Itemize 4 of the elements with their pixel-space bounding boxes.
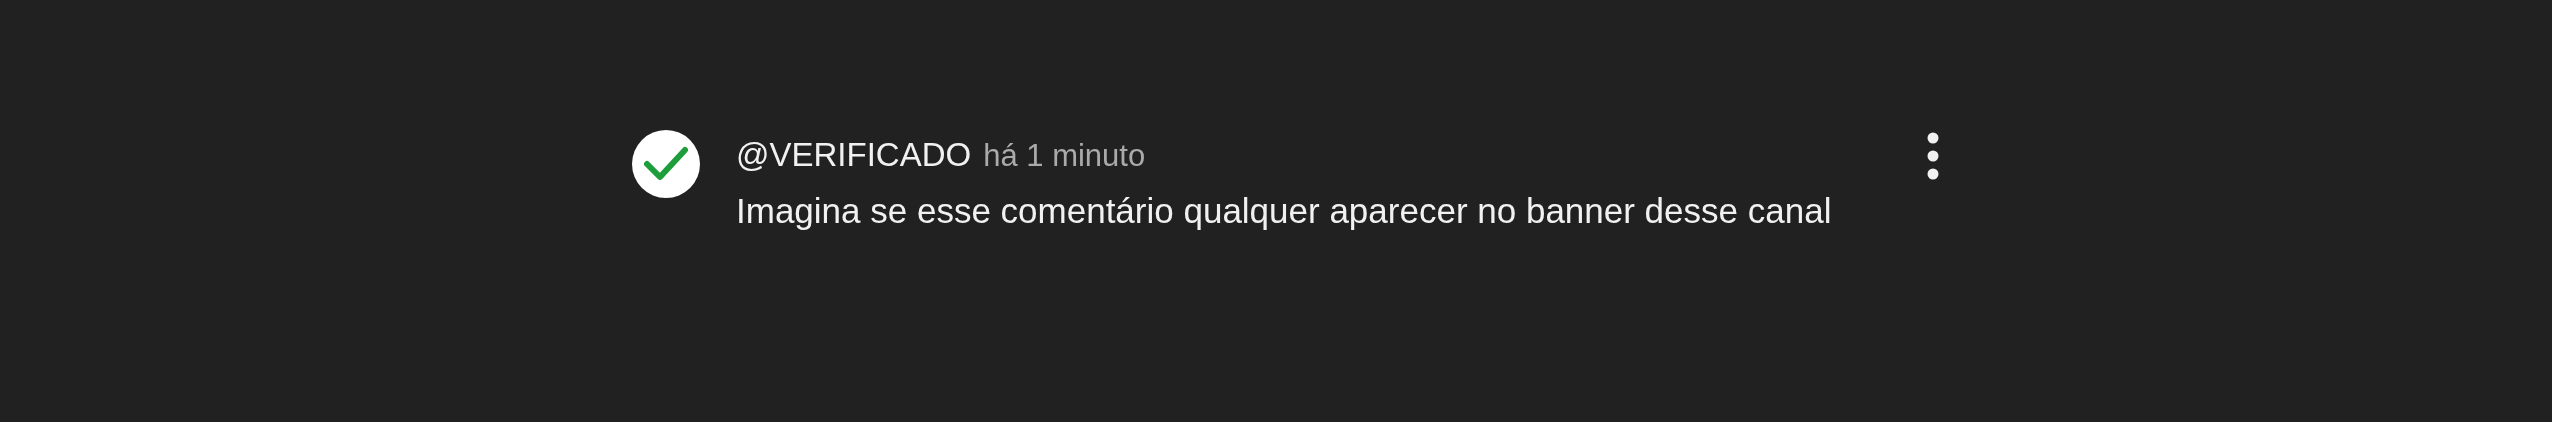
author-name[interactable]: @VERIFICADO bbox=[736, 130, 972, 180]
more-options-icon[interactable] bbox=[1927, 132, 1939, 180]
comment-text: Imagina se esse comentário qualquer aparecer no banner desse canal bbox=[736, 189, 1833, 232]
timestamp[interactable]: há 1 minuto bbox=[983, 133, 1146, 180]
